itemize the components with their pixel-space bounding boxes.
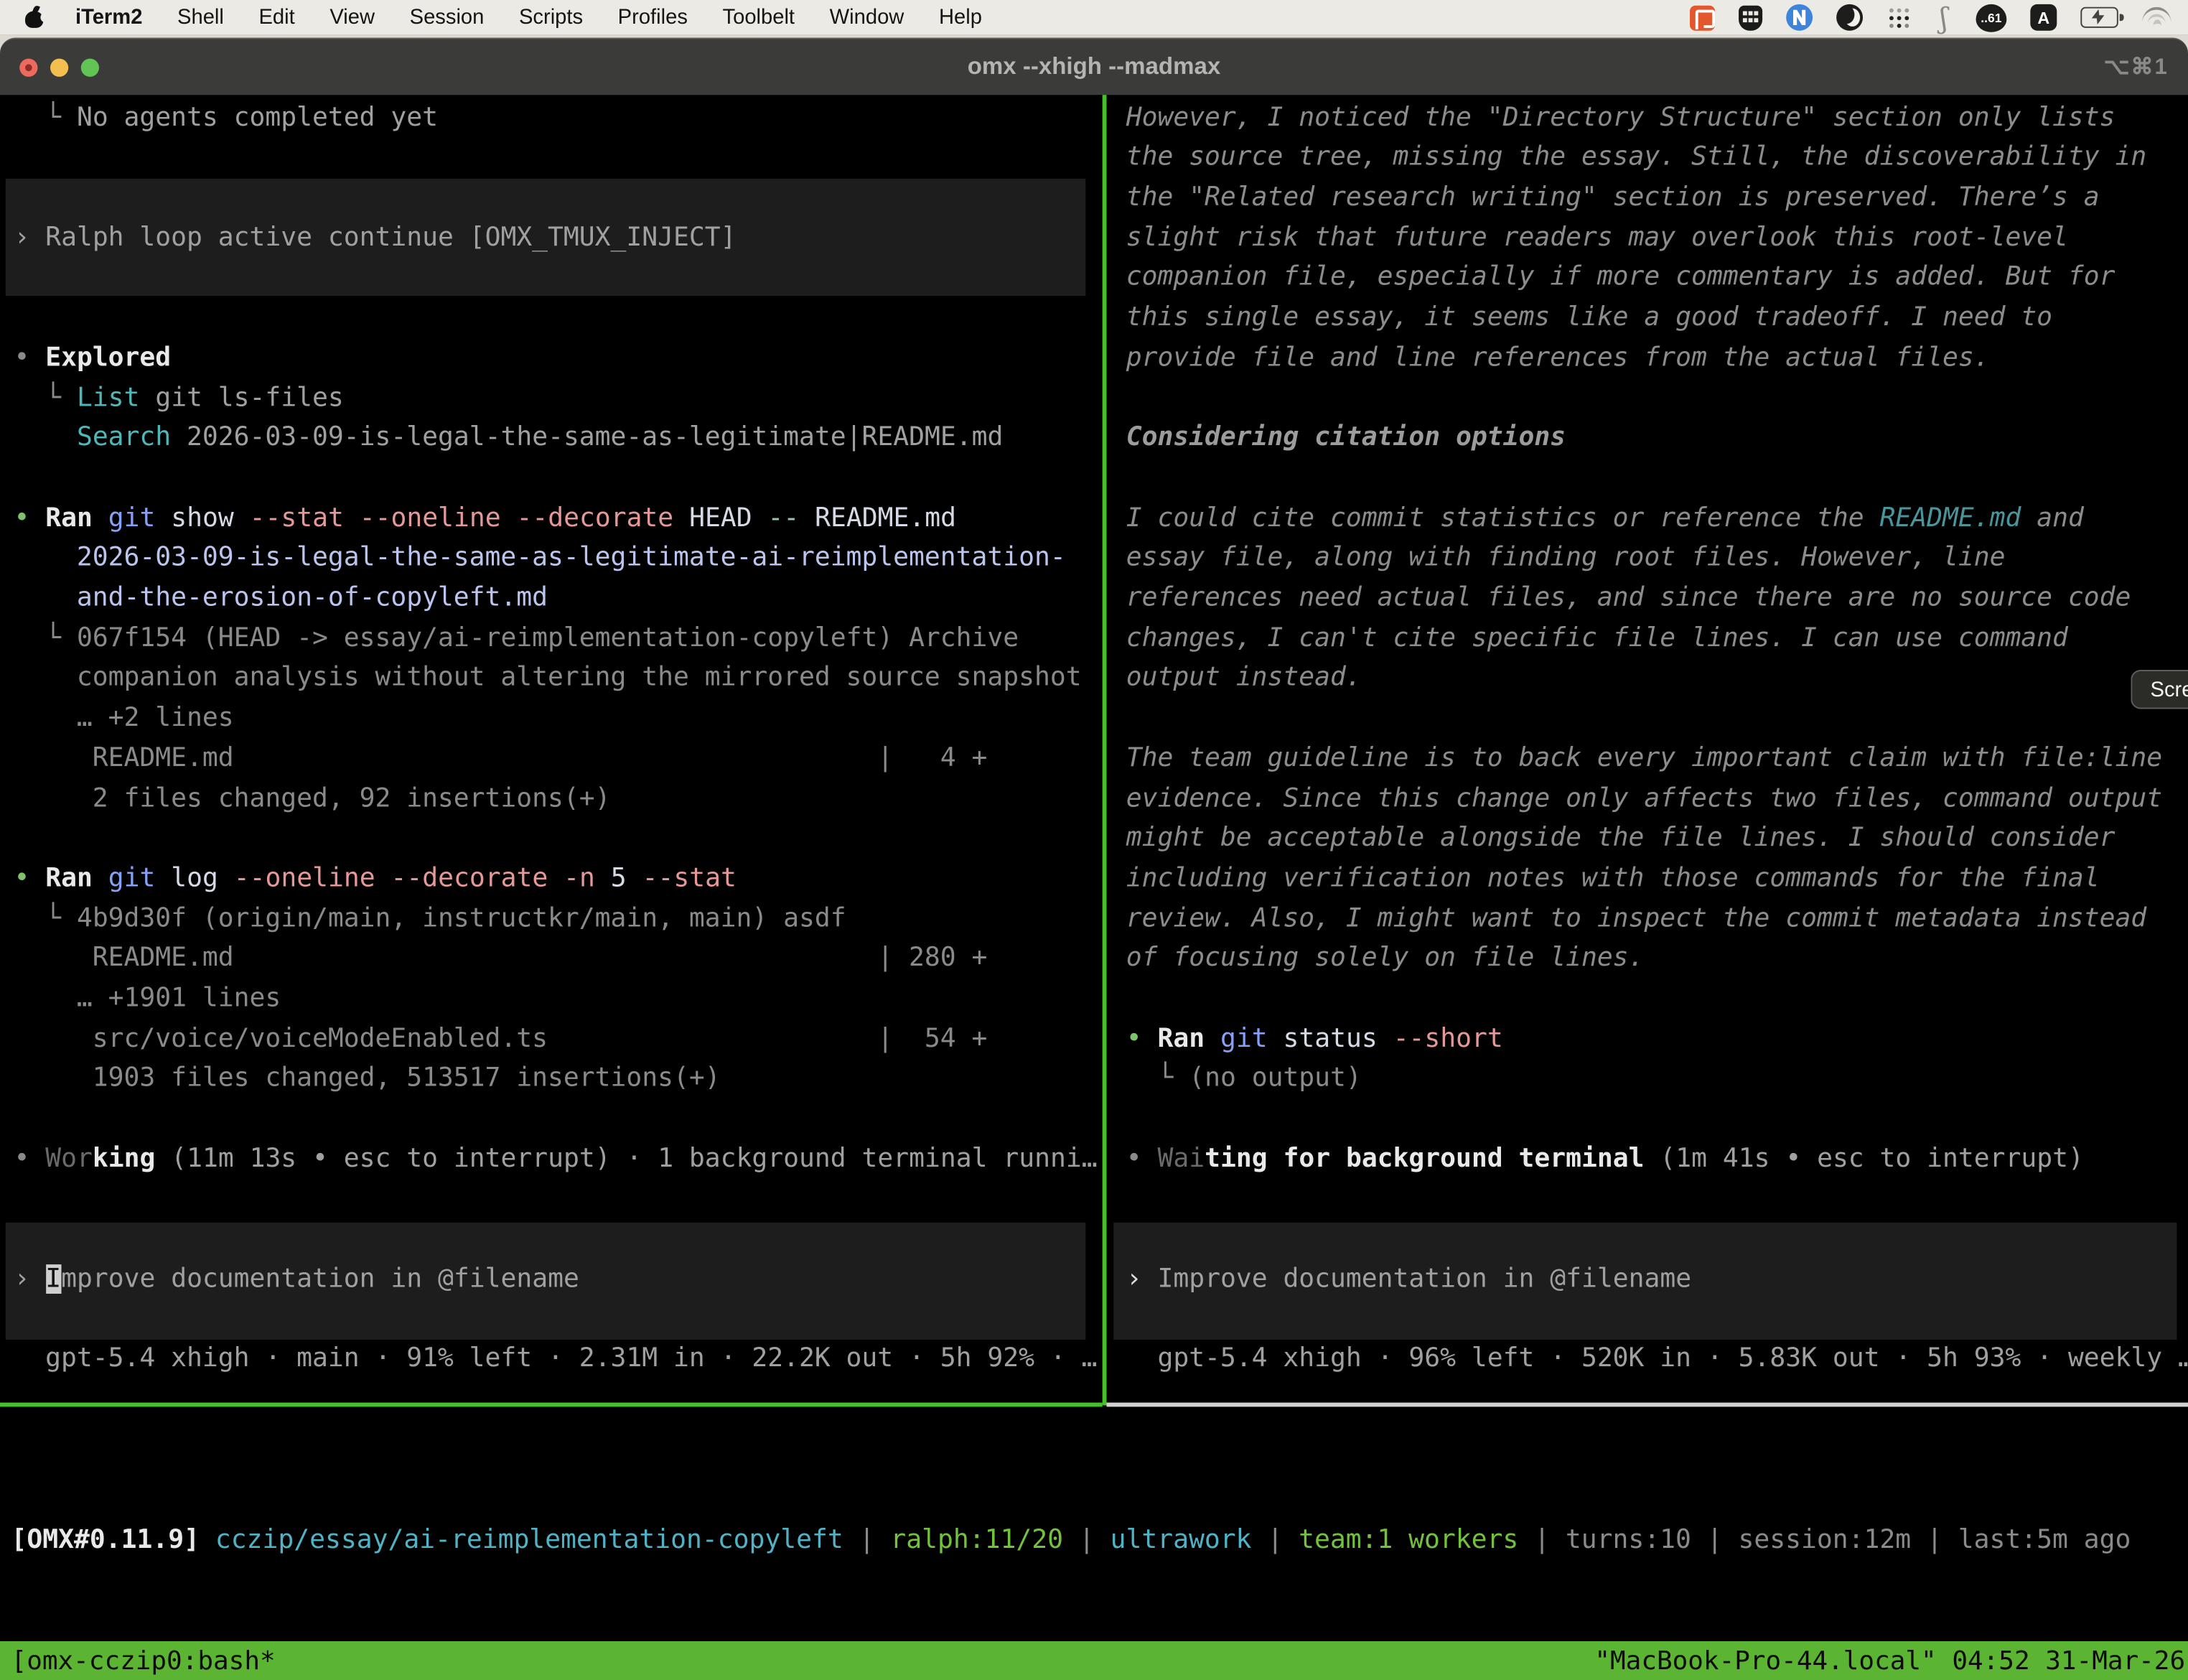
terminal-line: However, I noticed the "Directory Struct… xyxy=(1126,98,2115,139)
terminal-line: • Ran git show --stat --oneline --decora… xyxy=(14,499,956,539)
terminal-line: • Waiting for background terminal (1m 41… xyxy=(1126,1140,2084,1180)
terminal-line: companion analysis without altering the … xyxy=(14,659,1081,699)
terminal-line: • Ran git log --oneline --decorate -n 5 … xyxy=(14,859,736,900)
terminal-line: essay file, along with finding root file… xyxy=(1126,539,2006,579)
terminal-line: references need actual files, and since … xyxy=(1126,579,2131,620)
terminal-line: • Working (11m 13s • esc to interrupt) ·… xyxy=(14,1140,1097,1180)
terminal-line: README.md | 280 + xyxy=(14,940,987,980)
terminal-line: changes, I can't cite specific file line… xyxy=(1126,620,2068,660)
terminal-line: slight risk that future readers may over… xyxy=(1126,219,2068,259)
crescent-app-icon[interactable] xyxy=(1836,4,1863,31)
terminal-line: … +2 lines xyxy=(14,699,233,739)
screen-share-overlay-chip[interactable]: Scre xyxy=(2131,670,2188,709)
menu-shell[interactable]: Shell xyxy=(177,6,224,29)
terminal-line: I could cite commit statistics or refere… xyxy=(1126,499,2084,539)
terminal-line: of focusing solely on file lines. xyxy=(1126,940,1645,980)
menu-toolbelt[interactable]: Toolbelt xyxy=(723,6,795,29)
terminal-line: evidence. Since this change only affects… xyxy=(1126,780,2162,820)
terminal: └ No agents completed yet › Ralph loop ac… xyxy=(0,95,2188,1602)
keyboard-shield-icon[interactable] xyxy=(1739,5,1762,30)
terminal-line: output instead. xyxy=(1126,659,1362,699)
terminal-line: … +1901 lines xyxy=(14,980,281,1020)
tmux-pane-left[interactable]: └ No agents completed yet › Ralph loop ac… xyxy=(0,95,1104,1402)
macos-menu-bar: iTerm2 Shell Edit View Session Scripts Profile… xyxy=(0,0,2188,35)
menu-view[interactable]: View xyxy=(329,6,375,29)
terminal-line: › Ralph loop active continue [OMX_TMUX_I… xyxy=(14,219,736,259)
menu-session[interactable]: Session xyxy=(410,6,485,29)
terminal-line: › Improve documentation in @filename xyxy=(14,1260,579,1300)
menu-edit[interactable]: Edit xyxy=(258,6,294,29)
terminal-line: this single essay, it seems like a good … xyxy=(1126,299,2052,339)
letter-a-app-icon[interactable]: A xyxy=(2030,4,2057,31)
terminal-line: including verification notes with those … xyxy=(1126,859,2100,900)
pane-border-bottom-inactive[interactable] xyxy=(1106,1403,2188,1406)
battery-percent-badge-icon[interactable]: ..61 xyxy=(1976,4,2007,32)
terminal-line: 2 files changed, 92 insertions(+) xyxy=(14,780,610,820)
terminal-line: README.md | 4 + xyxy=(14,739,987,780)
terminal-line: › Improve documentation in @filename xyxy=(1126,1260,1691,1300)
window-title: omx --xhigh --madmax xyxy=(0,53,2188,81)
terminal-line: └ (no output) xyxy=(1126,1060,1362,1100)
tmux-pane-right[interactable]: However, I noticed the "Directory Struct… xyxy=(1106,95,2188,1402)
menu-profiles[interactable]: Profiles xyxy=(618,6,688,29)
squiggle-icon[interactable]: ʃ xyxy=(1935,4,1952,32)
terminal-line: • Ran git status --short xyxy=(1126,1019,1503,1060)
terminal-line: Considering citation options xyxy=(1126,419,1566,459)
menu-help[interactable]: Help xyxy=(939,6,982,29)
battery-charging-icon[interactable] xyxy=(2080,7,2118,28)
tmux-status-bar: [omx-cczip0:bash* "MacBook-Pro-44.local"… xyxy=(0,1641,2188,1680)
terminal-line: gpt-5.4 xhigh · main · 91% left · 2.31M … xyxy=(14,1340,1097,1381)
terminal-line: review. Also, I might want to inspect th… xyxy=(1126,900,2147,940)
terminal-line: might be acceptable alongside the file l… xyxy=(1126,820,2115,860)
menu-window[interactable]: Window xyxy=(830,6,904,29)
terminal-line: └ 067f154 (HEAD -> essay/ai-reimplementa… xyxy=(14,620,1019,660)
apple-menu-icon[interactable] xyxy=(25,7,45,28)
terminal-line: src/voice/voiceModeEnabled.ts | 54 + xyxy=(14,1019,987,1060)
screen-share-overlay-label: Scre xyxy=(2151,678,2188,701)
menu-status-icons: ʃ ..61 A xyxy=(1690,4,2171,32)
pane-border-bottom-active[interactable] xyxy=(0,1403,1103,1406)
menu-items: iTerm2 Shell Edit View Session Scripts Profile… xyxy=(75,6,982,29)
tmux-window-name: [omx-cczip0:bash* xyxy=(11,1646,276,1676)
tmux-host-clock: "MacBook-Pro-44.local" 04:52 31-Mar-26 xyxy=(1594,1646,2185,1676)
terminal-line: 2026-03-09-is-legal-the-same-as-legitima… xyxy=(14,539,1065,579)
terminal-line: the source tree, missing the essay. Stil… xyxy=(1126,139,2147,179)
terminal-line: and-the-erosion-of-copyleft.md xyxy=(14,579,548,620)
window-shortcut-badge: ⌥⌘1 xyxy=(2104,53,2169,81)
terminal-line: Search 2026-03-09-is-legal-the-same-as-l… xyxy=(14,419,1003,459)
terminal-line: gpt-5.4 xhigh · 96% left · 520K in · 5.8… xyxy=(1126,1340,2188,1381)
terminal-line: The team guideline is to back every impo… xyxy=(1126,739,2162,780)
dots-grid-icon[interactable] xyxy=(1887,5,1912,30)
wifi-icon[interactable] xyxy=(2142,6,2171,29)
terminal-line: • Explored xyxy=(14,339,171,379)
pane-divider-vertical[interactable] xyxy=(1103,95,1107,1405)
omx-session-status-line: [OMX#0.11.9] cczip/essay/ai-reimplementa… xyxy=(11,1521,2131,1562)
menu-iterm2[interactable]: iTerm2 xyxy=(75,6,142,29)
menu-scripts[interactable]: Scripts xyxy=(519,6,583,29)
terminal-line: └ No agents completed yet xyxy=(14,98,438,139)
terminal-line: └ List git ls-files xyxy=(14,379,343,419)
terminal-line: └ 4b9d30f (origin/main, instructkr/main,… xyxy=(14,900,846,940)
terminal-line: provide file and line references from th… xyxy=(1126,339,1990,379)
terminal-line: companion file, especially if more comme… xyxy=(1126,258,2115,299)
window-titlebar: omx --xhigh --madmax ⌥⌘1 xyxy=(0,37,2188,95)
screen: iTerm2 Shell Edit View Session Scripts Profile… xyxy=(0,0,2188,1602)
chat-app-icon[interactable] xyxy=(1690,5,1715,30)
window-titlebar-backdrop: omx --xhigh --madmax ⌥⌘1 xyxy=(0,35,2188,95)
blue-zigzag-badge-icon[interactable] xyxy=(1786,4,1813,31)
terminal-line: 1903 files changed, 513517 insertions(+) xyxy=(14,1060,720,1100)
terminal-line: the "Related research writing" section i… xyxy=(1126,179,2100,219)
